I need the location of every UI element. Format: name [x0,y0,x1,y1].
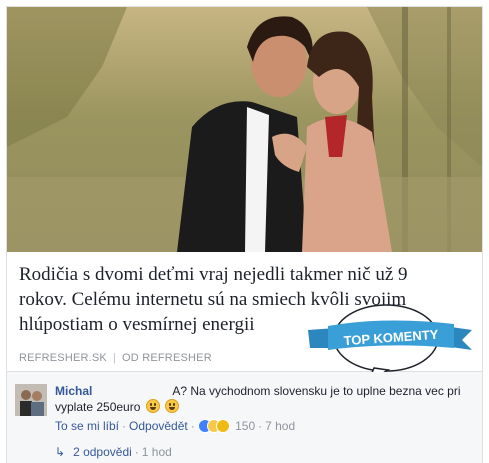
reactions-icon[interactable] [197,419,232,433]
comments-section: Michal A? Na vychodnom slovensku je to up… [6,372,483,463]
replies-time: 1 hod [141,445,172,459]
comment-actions: To se mi líbí · Odpovědět · 150 · 7 hod [55,419,295,433]
comment-text-block: Michal A? Na vychodnom slovensku je to up… [55,383,475,415]
source-site: REFRESHER.SK [19,352,107,364]
grinning-emoji-icon [165,399,180,413]
source-author: OD REFRESHER [122,352,212,364]
top-comments-badge: TOP KOMENTY [306,300,476,384]
comment-time[interactable]: 7 hod [265,419,295,433]
separator-dot: · [122,419,127,433]
reply-arrow-icon: ↳ [55,445,66,459]
comment-text: A? Na vychodnom slovensku je to uplne be… [55,384,461,414]
separator-dot: · [134,445,139,459]
source-separator: | [112,352,117,364]
replies-count[interactable]: 2 odpovědi [73,445,132,459]
comment-author[interactable]: Michal [55,384,92,398]
grinning-emoji-icon [145,399,160,413]
separator-dot: · [190,419,195,433]
separator-dot: · [258,419,263,433]
article-photo[interactable] [7,7,482,252]
reply-button[interactable]: Odpovědět [129,419,188,433]
like-button[interactable]: To se mi líbí [55,419,119,433]
avatar[interactable] [15,384,47,416]
view-replies-link[interactable]: ↳ 2 odpovědi · 1 hod [55,445,172,459]
article-source[interactable]: REFRESHER.SK | OD REFRESHER [19,352,212,364]
reaction-count[interactable]: 150 [235,419,255,433]
